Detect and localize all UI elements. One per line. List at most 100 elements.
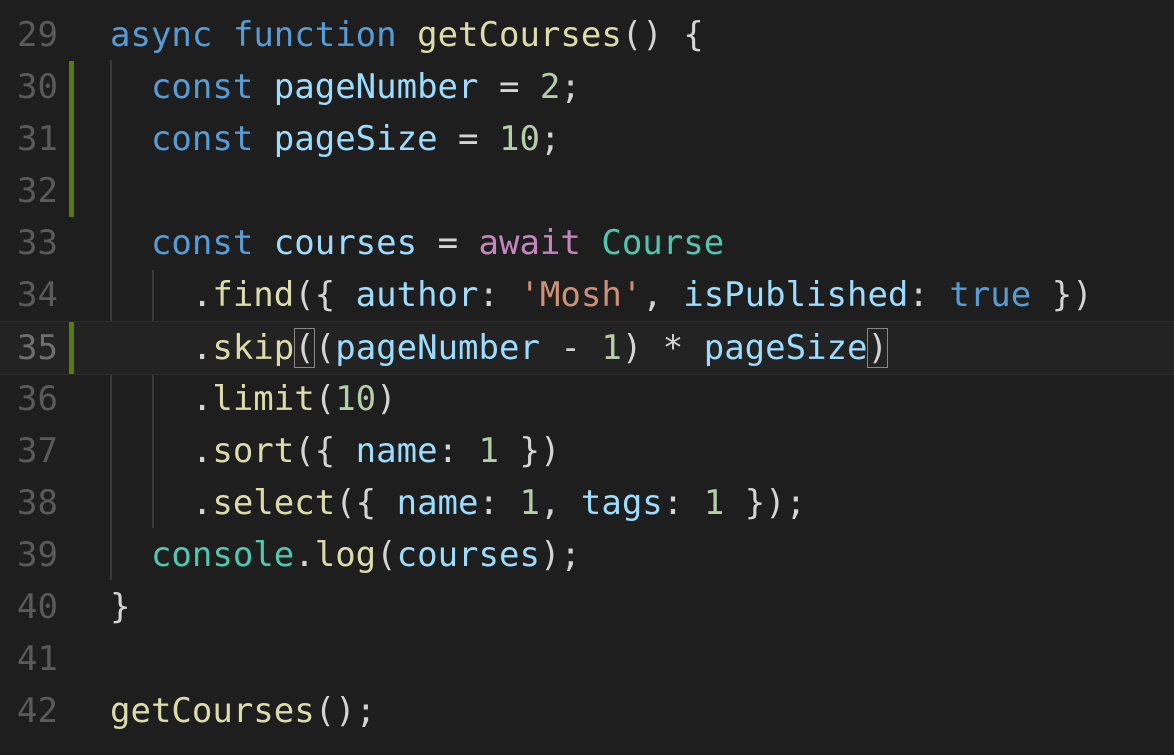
modified-line-indicator xyxy=(69,322,74,374)
code-token: ; xyxy=(560,67,581,107)
code-token: : xyxy=(478,483,520,523)
code-token: ( xyxy=(314,328,336,368)
code-text: const pageSize = 10; xyxy=(110,113,560,165)
code-token: } xyxy=(110,587,131,627)
code-token: = xyxy=(478,67,540,107)
line-number: 32 xyxy=(17,171,58,211)
code-token: 1 xyxy=(519,483,540,523)
code-token: skip xyxy=(212,328,295,368)
code-text: console.log(courses); xyxy=(110,529,581,581)
code-token: , xyxy=(539,483,581,523)
code-token: : xyxy=(437,431,479,471)
line-number: 37 xyxy=(17,431,58,471)
code-token: const xyxy=(150,223,254,263)
code-line-42[interactable]: 42 getCourses(); xyxy=(0,685,1174,737)
code-line-37[interactable]: 37 .sort({ name: 1 }) xyxy=(0,425,1174,477)
code-line-34[interactable]: 34 .find({ author: 'Mosh', isPublished: … xyxy=(0,269,1174,321)
code-text: .select({ name: 1, tags: 1 }); xyxy=(110,477,806,529)
code-line-29[interactable]: 29 async function getCourses() { xyxy=(0,9,1174,61)
line-number: 42 xyxy=(17,691,58,731)
code-token: () { xyxy=(621,15,704,55)
code-line-32[interactable]: 32 xyxy=(0,165,1174,217)
code-line-41[interactable]: 41 xyxy=(0,633,1174,685)
line-number: 34 xyxy=(17,275,58,315)
line-number: 33 xyxy=(17,223,58,263)
code-token: . xyxy=(294,535,315,575)
code-token: tags xyxy=(580,483,663,523)
code-text: .limit(10) xyxy=(110,373,397,425)
code-token: 10 xyxy=(335,379,377,419)
code-token: : xyxy=(908,275,950,315)
code-token: : xyxy=(478,275,520,315)
code-token: author xyxy=(355,275,479,315)
code-token: async xyxy=(110,15,213,55)
code-token: ({ xyxy=(294,431,356,471)
code-token: }) xyxy=(1031,275,1093,315)
code-text: .find({ author: 'Mosh', isPublished: tru… xyxy=(110,269,1093,321)
code-token: true xyxy=(949,275,1032,315)
code-token: pageNumber xyxy=(335,328,540,368)
line-number: 31 xyxy=(17,119,58,159)
code-line-40[interactable]: 40} xyxy=(0,581,1174,633)
code-line-31[interactable]: 31 const pageSize = 10; xyxy=(0,113,1174,165)
code-token: = xyxy=(417,223,479,263)
code-line-33[interactable]: 33 const courses = await Course xyxy=(0,217,1174,269)
code-token: courses xyxy=(396,535,540,575)
code-line-39[interactable]: 39 console.log(courses); xyxy=(0,529,1174,581)
code-line-35[interactable]: 35 .skip((pageNumber - 1) * pageSize) xyxy=(0,321,1174,375)
line-number: 29 xyxy=(17,15,58,55)
code-token: console xyxy=(150,535,295,575)
code-token: pageSize xyxy=(703,328,868,368)
code-token: 2 xyxy=(539,67,561,107)
code-token: . xyxy=(110,328,213,368)
line-number: 41 xyxy=(17,639,58,679)
code-token: 1 xyxy=(601,328,622,368)
code-token: pageNumber xyxy=(273,67,479,107)
line-number: 40 xyxy=(17,587,58,627)
code-token: . xyxy=(110,431,213,471)
modified-line-indicator xyxy=(69,61,74,113)
code-token: ({ xyxy=(335,483,397,523)
code-token: courses xyxy=(273,223,418,263)
code-token: 1 xyxy=(478,431,499,471)
code-editor[interactable]: 29 async function getCourses() {30 const … xyxy=(0,0,1174,755)
code-token: ); xyxy=(539,535,581,575)
code-line-38[interactable]: 38 .select({ name: 1, tags: 1 }); xyxy=(0,477,1174,529)
code-token: isPublished xyxy=(683,275,909,315)
code-token: getCourses xyxy=(110,691,315,731)
code-text: async function getCourses() { xyxy=(110,9,704,61)
code-token: . xyxy=(110,275,213,315)
line-number: 36 xyxy=(17,379,58,419)
code-text: getCourses(); xyxy=(110,685,376,737)
code-token: , xyxy=(642,275,684,315)
code-line-36[interactable]: 36 .limit(10) xyxy=(0,373,1174,425)
code-text: } xyxy=(110,581,130,633)
modified-line-indicator xyxy=(69,113,74,165)
code-token: log xyxy=(314,535,377,575)
code-text: const courses = await Course xyxy=(110,217,724,269)
code-token: sort xyxy=(212,431,295,471)
code-token: find xyxy=(212,275,295,315)
code-token: = xyxy=(437,119,499,159)
code-token: 1 xyxy=(703,483,725,523)
code-line-30[interactable]: 30 const pageNumber = 2; xyxy=(0,61,1174,113)
code-token: function xyxy=(232,15,397,55)
code-token: : xyxy=(662,483,704,523)
code-token: ({ xyxy=(294,275,356,315)
code-token: name xyxy=(355,431,438,471)
code-token: ( xyxy=(314,379,336,419)
code-text: .skip((pageNumber - 1) * pageSize) xyxy=(110,322,888,374)
code-token: 10 xyxy=(498,119,540,159)
code-text: const pageNumber = 2; xyxy=(110,61,581,113)
code-token: limit xyxy=(212,379,315,419)
code-token: . xyxy=(110,483,213,523)
